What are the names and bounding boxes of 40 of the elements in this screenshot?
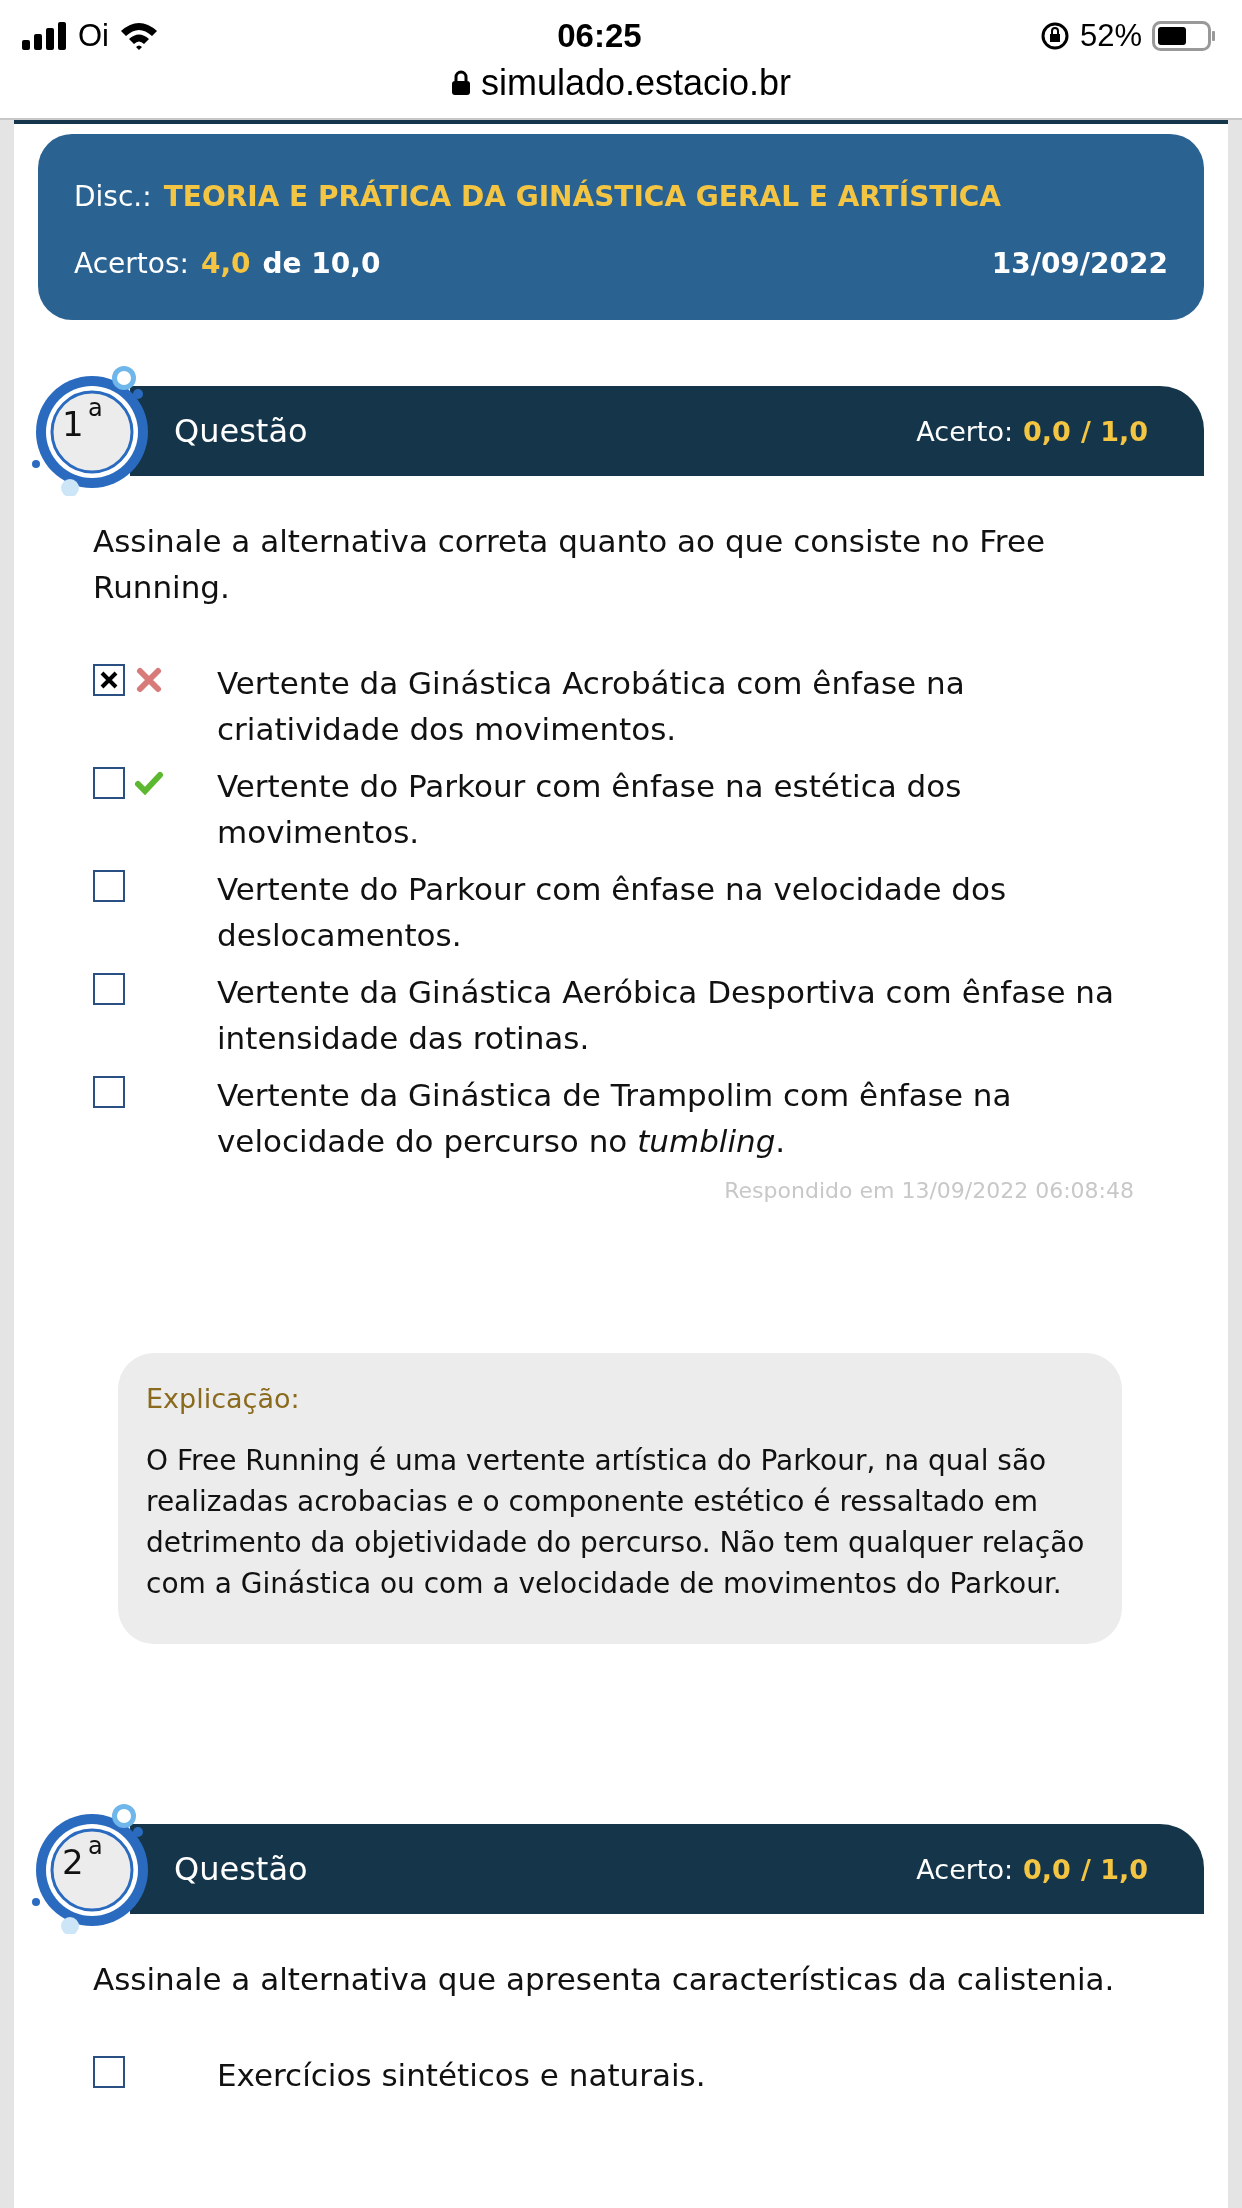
checkbox[interactable] bbox=[93, 1076, 125, 1108]
score-total: / 1,0 bbox=[1080, 1853, 1148, 1885]
score-value: 0,0 bbox=[1023, 1853, 1071, 1885]
address-bar-url[interactable]: simulado.estacio.br bbox=[480, 62, 792, 104]
option-text: Vertente do Parkour com ênfase na estética dos movimentos. bbox=[217, 767, 963, 852]
carrier-name: Oi bbox=[78, 18, 109, 54]
question-text: Assinale a alternativa correta quanto ao que consiste no Free Running. bbox=[93, 522, 1047, 607]
discipline-name: TEORIA E PRÁTICA DA GINÁSTICA GERAL E ARTÍSTICA bbox=[163, 180, 1002, 213]
wifi-icon bbox=[119, 21, 159, 51]
score-value: 0,0 bbox=[1023, 415, 1071, 447]
option-text: Exercícios sintéticos e naturais. bbox=[217, 2056, 706, 2095]
battery-icon bbox=[1152, 21, 1216, 51]
signal-icon bbox=[22, 22, 68, 50]
score-label: Acerto: bbox=[916, 1853, 1014, 1885]
score-total: de 10,0 bbox=[262, 247, 381, 280]
question-title: Questão bbox=[174, 412, 308, 450]
battery-percent: 52% bbox=[1079, 18, 1142, 54]
discipline-label: Disc.: bbox=[74, 180, 152, 213]
score-label: Acertos: bbox=[74, 247, 189, 280]
explanation-title: Explicação: bbox=[146, 1383, 301, 1414]
checkbox[interactable] bbox=[93, 870, 125, 902]
clock-time: 06:25 bbox=[557, 17, 642, 55]
question-title: Questão bbox=[174, 1850, 308, 1888]
rotation-lock-icon bbox=[1039, 21, 1070, 51]
checkbox[interactable] bbox=[93, 2056, 125, 2088]
option-text: Vertente da Ginástica de Trampolim com ênfase na velocidade do percurso no tumbling. bbox=[217, 1076, 1013, 1161]
option-text: Vertente da Ginástica Acrobática com ênfase na criatividade dos movimentos. bbox=[217, 664, 966, 749]
exam-date: 13/09/2022 bbox=[991, 247, 1168, 280]
question-text: Assinale a alternativa que apresenta características da calistenia. bbox=[93, 1960, 1116, 1999]
option-text: Vertente do Parkour com ênfase na velocidade dos deslocamentos. bbox=[217, 870, 1008, 955]
score-total: / 1,0 bbox=[1080, 415, 1148, 447]
score-value: 4,0 bbox=[200, 247, 251, 280]
cross-mark-icon bbox=[99, 670, 119, 690]
checkbox[interactable] bbox=[93, 664, 125, 696]
option-text: Vertente da Ginástica Aeróbica Desportiva com ênfase na intensidade das rotinas. bbox=[217, 973, 1115, 1058]
checkbox[interactable] bbox=[93, 973, 125, 1005]
checkbox[interactable] bbox=[93, 767, 125, 799]
explanation-text: O Free Running é uma vertente artística do Parkour, na qual são realizadas acrobacias e o componente estético é ressaltado em detrimento da objetividade do percurso. Não tem qualquer relação com a Ginástica ou com a velocidade de movimentos do Parkour. bbox=[146, 1443, 1086, 1602]
score-label: Acerto: bbox=[916, 415, 1014, 447]
lock-icon bbox=[450, 70, 471, 96]
